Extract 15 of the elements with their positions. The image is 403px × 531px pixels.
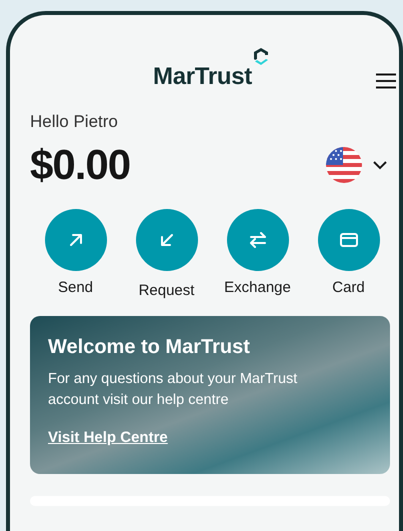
greeting-text: Hello Pietro (30, 112, 119, 132)
chevron-down-icon (372, 160, 388, 170)
action-label: Send (58, 279, 94, 296)
action-label: Card (332, 279, 365, 296)
currency-selector[interactable] (326, 147, 388, 183)
action-label: Exchange (224, 279, 291, 296)
balance-amount: $0.00 (30, 141, 130, 189)
action-label: Request (138, 282, 194, 299)
menu-icon[interactable] (375, 73, 397, 89)
logo-icon (252, 47, 270, 67)
flag-icon (326, 147, 362, 183)
logo-text: MarTrust (153, 63, 252, 91)
banner-title: Welcome to MarTrust (48, 336, 250, 359)
banner-text: For any questions about your MarTrust account visit our help centre (48, 370, 298, 410)
help-centre-link[interactable]: Visit Help Centre (48, 429, 168, 446)
